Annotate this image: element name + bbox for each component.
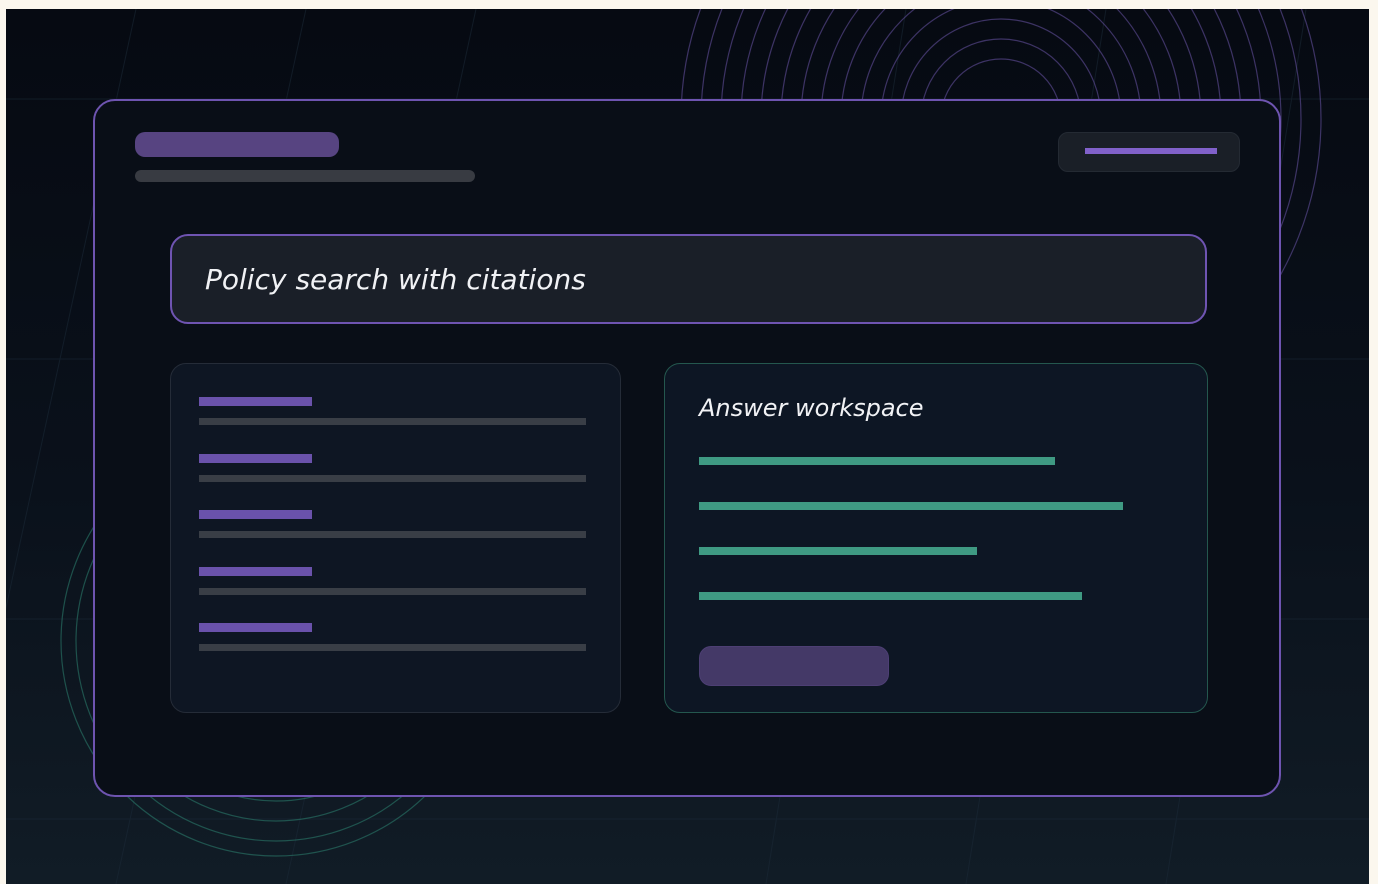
header-action-label-placeholder [1085, 148, 1217, 154]
search-bar[interactable]: Policy search with citations [170, 234, 1207, 324]
header-action-button[interactable] [1058, 132, 1240, 172]
list-item-snippet-placeholder [199, 644, 586, 651]
list-item-snippet-placeholder [199, 588, 586, 595]
answer-action-button[interactable] [699, 646, 889, 686]
answer-workspace-panel: Answer workspace [664, 363, 1208, 713]
list-item[interactable] [199, 510, 589, 540]
results-list-panel [170, 363, 621, 713]
list-item-snippet-placeholder [199, 418, 586, 425]
app-subtitle-placeholder [135, 170, 475, 182]
app-title-placeholder [135, 132, 339, 157]
answer-line-placeholder [699, 502, 1123, 510]
app-window: Policy search with citations Answer work… [93, 99, 1281, 797]
list-item[interactable] [199, 454, 589, 484]
list-item-snippet-placeholder [199, 475, 586, 482]
list-item-title-placeholder [199, 397, 312, 406]
answer-line-placeholder [699, 592, 1082, 600]
list-item-title-placeholder [199, 454, 312, 463]
list-item[interactable] [199, 397, 589, 427]
list-item-title-placeholder [199, 567, 312, 576]
backdrop: Policy search with citations Answer work… [6, 9, 1369, 884]
answer-workspace-title: Answer workspace [699, 394, 924, 422]
list-item-title-placeholder [199, 623, 312, 632]
answer-line-placeholder [699, 547, 977, 555]
list-item[interactable] [199, 623, 589, 653]
list-item-snippet-placeholder [199, 531, 586, 538]
list-item[interactable] [199, 567, 589, 597]
answer-line-placeholder [699, 457, 1055, 465]
list-item-title-placeholder [199, 510, 312, 519]
search-query: Policy search with citations [205, 263, 586, 296]
